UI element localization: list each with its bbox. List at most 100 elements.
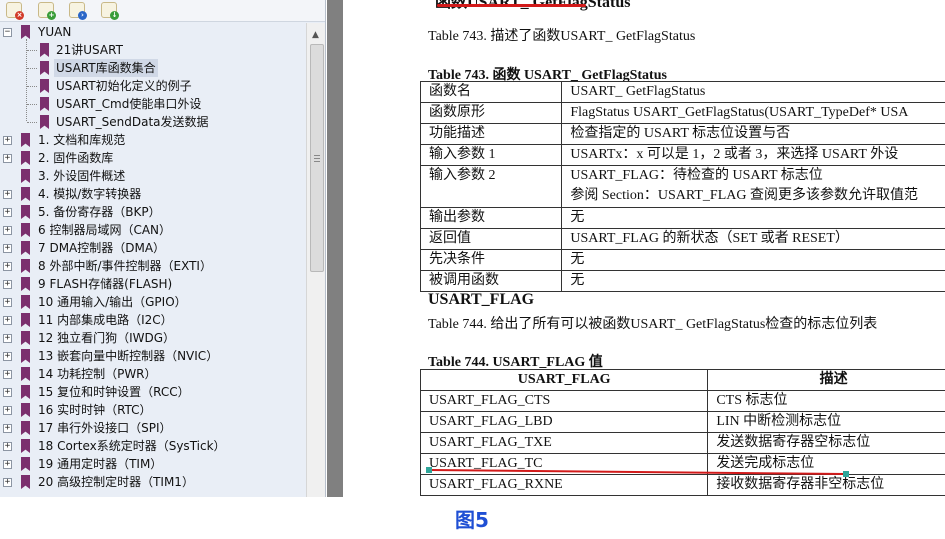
bookmark-icon [21,421,30,435]
bookmark-icon [40,61,49,75]
expand-icon[interactable]: + [3,280,12,289]
tree-child-label: USART_SendData发送数据 [56,115,209,129]
table743-row: 返回值 USART_FLAG 的新状态（SET 或者 RESET） [419,228,945,250]
expand-bookmark-icon[interactable]: ↓ [101,2,119,20]
tree-chapter-label: 12 独立看门狗（IWDG） [38,331,176,345]
red-underline-annotation [437,4,586,7]
expand-icon[interactable]: + [3,154,12,163]
tree-child-label: 21讲USART [56,43,123,57]
table744-row: USART_FLAG_LBD LIN 中断检测标志位 [419,411,945,433]
table743-field: 被调用函数 [419,270,563,292]
table743-value: 无 [561,270,945,292]
bookmark-icon [21,367,30,381]
table743-row: 被调用函数无 [419,270,945,292]
tree-connector [26,39,27,121]
document-view: 函数USART_ GetFlagStatus Table 743. 描述了函数U… [343,0,945,497]
bookmark-icon [21,385,30,399]
expand-icon[interactable]: + [3,244,12,253]
bookmark-icon [21,133,30,147]
scrollbar-thumb[interactable] [310,44,324,272]
expand-icon[interactable]: + [3,136,12,145]
collapse-icon[interactable]: − [3,28,12,37]
tree-chapter-label: 11 内部集成电路（I2C） [38,313,173,327]
table743-row: 输入参数 2 USART_FLAG：待检查的 USART 标志位 参阅 Sectio… [419,165,945,208]
figure-caption: 图5 [455,508,489,532]
table744-desc: LIN 中断检测标志位 [707,411,945,433]
bookmark-icon [40,115,49,129]
table743-row: 输出参数无 [419,207,945,229]
expand-icon[interactable]: + [3,316,12,325]
bookmark-icon [21,169,30,183]
bookmark-icon [21,205,30,219]
tree-chapter-label: 3. 外设固件概述 [38,169,126,183]
expand-icon[interactable]: + [3,406,12,415]
tree-chapter-label: 16 实时时钟（RTC） [38,403,152,417]
table743-value-line: 参阅 Section：USART_FLAG 查阅更多该参数允许取值范 [570,188,918,203]
tree-chapter-label: 14 功耗控制（PWR） [38,367,157,381]
tree-chapter-label: 15 复位和时钟设置（RCC） [38,385,190,399]
table744-intro: Table 744. 给出了所有可以被函数USART_ GetFlagStatu… [428,317,878,332]
expand-icon[interactable]: + [3,478,12,487]
table744-flag: USART_FLAG_TC [419,453,709,475]
expand-icon[interactable]: + [3,424,12,433]
expand-icon[interactable]: + [3,442,12,451]
table744-flag: USART_FLAG_CTS [419,390,709,412]
bookmark-icon [21,403,30,417]
table744-flag: USART_FLAG_TXE [419,432,709,454]
goto-bookmark-icon[interactable]: › [69,2,87,20]
tree-connector [27,104,37,105]
table743-value: FlagStatus USART_GetFlagStatus(USART_Typ… [561,102,945,124]
expand-icon[interactable]: + [3,226,12,235]
tree-chapter-label: 5. 备份寄存器（BKP） [38,205,161,219]
tree-scrollbar[interactable]: ▲ [306,23,325,497]
bookmark-panel: × + › ↓ − YUAN 21讲USART USART库函数集合 USART初始化定… [0,0,326,497]
table743-row: 函数名 USART_ GetFlagStatus [419,81,945,103]
bookmark-icon [21,223,30,237]
tree-chapter-label: 7 DMA控制器（DMA） [38,241,166,255]
table-743: 函数名 USART_ GetFlagStatus 函数原形 FlagStatus US… [419,81,945,292]
expand-icon[interactable]: + [3,388,12,397]
tree-chapter-label: 1. 文档和库规范 [38,133,126,147]
table743-value: USARTx：x 可以是 1，2 或者 3，来选择 USART 外设 [561,144,945,166]
expand-icon[interactable]: + [3,334,12,343]
expand-icon[interactable]: + [3,298,12,307]
bookmark-icon [21,151,30,165]
tree-root-label: YUAN [38,25,72,39]
expand-icon[interactable]: + [3,208,12,217]
tree-child-label: USART_Cmd使能串口外设 [56,97,202,111]
tree-chapter-label: 4. 模拟/数字转换器 [38,187,142,201]
expand-icon[interactable]: + [3,262,12,271]
scroll-up-icon[interactable]: ▲ [312,31,319,40]
expand-icon[interactable]: + [3,190,12,199]
tree-chapter-label: 13 嵌套向量中断控制器（NVIC） [38,349,219,363]
table744-row: USART_FLAG_CTS CTS 标志位 [419,390,945,412]
tree-chapter-label: 19 通用定时器（TIM） [38,457,163,471]
expand-icon[interactable]: + [3,352,12,361]
bookmark-icon [21,241,30,255]
table744-flag: USART_FLAG_LBD [419,411,709,433]
bookmark-icon [21,187,30,201]
tree-chapter-label: 17 串行外设接口（SPI） [38,421,172,435]
expand-icon[interactable]: + [3,460,12,469]
table743-row: 函数原形 FlagStatus USART_GetFlagStatus(USART… [419,102,945,124]
tree-chapter-label: 20 高级控制定时器（TIM1） [38,475,194,489]
bookmark-icon [21,349,30,363]
tree-chapter-label: 6 控制器局域网（CAN） [38,223,172,237]
table744-header-desc: 描述 [707,369,945,391]
bookmark-icon [21,313,30,327]
table743-field: 返回值 [419,228,563,250]
table743-value: 无 [561,207,945,229]
splitter-bottom [327,497,343,539]
table743-value: 检查指定的 USART 标志位设置与否 [561,123,945,145]
table744-row: USART_FLAG_TXE 发送数据寄存器空标志位 [419,432,945,454]
delete-bookmark-icon[interactable]: × [6,2,24,20]
table743-field: 输出参数 [419,207,563,229]
bookmark-icon [21,439,30,453]
bookmark-icon [40,79,49,93]
add-bookmark-icon[interactable]: + [38,2,56,20]
bookmark-icon [21,277,30,291]
tree-chapter-label: 10 通用输入/输出（GPIO） [38,295,187,309]
bookmark-icon [21,475,30,489]
panel-splitter[interactable] [327,0,343,497]
expand-icon[interactable]: + [3,370,12,379]
